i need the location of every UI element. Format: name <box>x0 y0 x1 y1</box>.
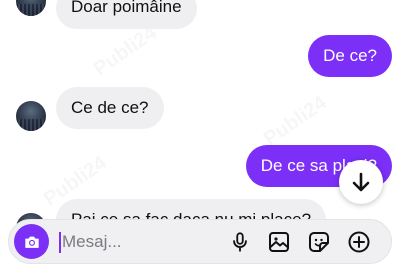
sticker-button[interactable] <box>306 229 332 255</box>
contact-avatar[interactable] <box>16 101 46 131</box>
watermark: Publi24 <box>90 22 161 82</box>
text-cursor <box>59 232 61 253</box>
message-composer <box>8 219 392 264</box>
more-options-button[interactable] <box>346 229 372 255</box>
scroll-to-bottom-button[interactable] <box>339 160 383 204</box>
incoming-message[interactable]: Doar poimâine <box>56 0 197 29</box>
watermark: Publi24 <box>260 92 331 152</box>
voice-message-button[interactable] <box>227 229 253 255</box>
message-input[interactable] <box>62 231 212 253</box>
incoming-message[interactable]: Ce de ce? <box>56 87 164 129</box>
plus-icon <box>348 231 370 253</box>
gallery-button[interactable] <box>266 229 292 255</box>
microphone-icon <box>233 232 247 252</box>
camera-button[interactable] <box>14 224 49 259</box>
arrow-down-icon <box>352 172 370 192</box>
contact-avatar[interactable] <box>16 0 46 16</box>
chat-thread: Publi24 Publi24 Publi24 Doar poimâine De… <box>0 0 400 270</box>
sticker-icon <box>309 232 329 252</box>
image-gallery-icon <box>269 232 289 252</box>
camera-icon <box>24 236 39 248</box>
outgoing-message[interactable]: De ce? <box>308 35 392 77</box>
